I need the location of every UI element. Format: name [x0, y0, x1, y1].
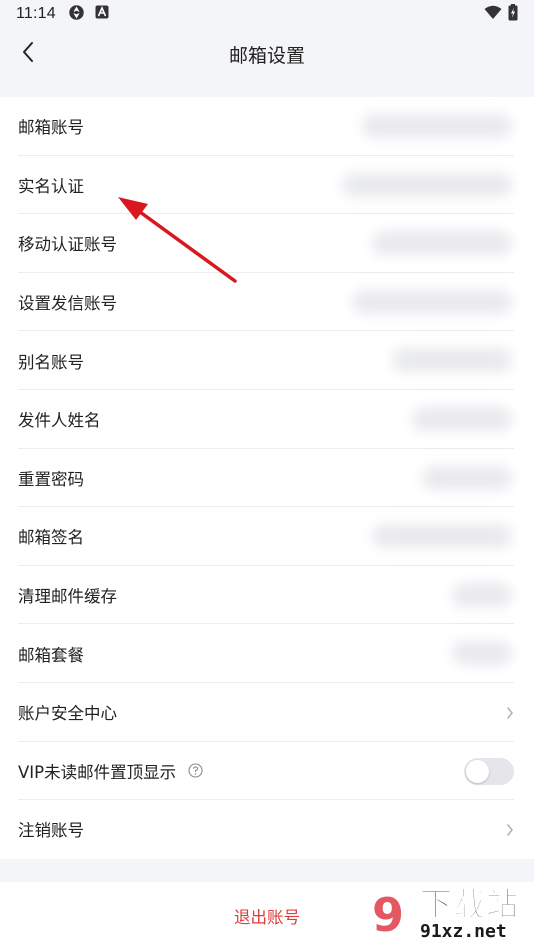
row-label: 注销账号	[18, 821, 84, 841]
row-label: 邮箱账号	[18, 118, 84, 138]
a-badge-icon	[95, 5, 109, 23]
site-watermark: 9 下载站 91xz.net	[358, 884, 530, 946]
aperture-icon	[68, 4, 85, 25]
status-bar: 11:14	[0, 0, 534, 28]
blurred-value	[392, 348, 512, 373]
blurred-value	[372, 231, 512, 256]
blurred-value	[452, 582, 512, 607]
wifi-icon	[484, 5, 502, 24]
settings-row-clear-mail-cache[interactable]: 清理邮件缓存	[0, 566, 534, 625]
settings-row-mail-account[interactable]: 邮箱账号	[0, 97, 534, 156]
settings-row-reset-password[interactable]: 重置密码	[0, 449, 534, 508]
row-label: 清理邮件缓存	[18, 587, 117, 607]
row-label: 别名账号	[18, 352, 84, 372]
blurred-value	[452, 641, 512, 666]
settings-list: 邮箱账号 实名认证 移动认证账号 设置发信账号 别名账号 发件人姓名 重置密码 …	[0, 97, 534, 859]
battery-charging-icon	[508, 3, 518, 25]
settings-row-alias-account[interactable]: 别名账号	[0, 331, 534, 390]
back-button[interactable]	[12, 38, 44, 70]
chevron-right-icon	[506, 705, 514, 724]
vip-pin-toggle[interactable]	[464, 757, 514, 785]
blurred-value	[412, 407, 512, 431]
row-label: 邮箱签名	[18, 528, 84, 548]
nav-bar: 邮箱设置	[0, 28, 534, 80]
row-label: 实名认证	[18, 176, 84, 196]
row-label: 移动认证账号	[18, 235, 117, 255]
settings-row-mail-plan[interactable]: 邮箱套餐	[0, 624, 534, 683]
blurred-value	[362, 114, 512, 138]
watermark-url: 91xz.net	[420, 921, 507, 942]
row-label: 账户安全中心	[18, 704, 117, 724]
settings-row-mail-signature[interactable]: 邮箱签名	[0, 507, 534, 566]
settings-row-real-name-verification[interactable]: 实名认证	[0, 156, 534, 215]
status-time: 11:14	[16, 5, 56, 22]
row-label: 邮箱套餐	[18, 645, 84, 665]
row-label: 发件人姓名	[18, 411, 101, 431]
row-label: VIP未读邮件置顶显示	[18, 762, 177, 782]
blurred-value	[422, 465, 512, 490]
watermark-logo-mark: 9	[371, 888, 404, 942]
settings-row-vip-unread-pin-top[interactable]: VIP未读邮件置顶显示	[0, 742, 534, 801]
row-label: 设置发信账号	[18, 294, 117, 314]
logout-label: 退出账号	[234, 908, 300, 927]
toggle-knob	[466, 759, 489, 783]
watermark-title: 下载站	[419, 885, 520, 923]
row-label: 重置密码	[18, 469, 84, 489]
chevron-right-icon	[506, 822, 514, 841]
settings-row-account-security-center[interactable]: 账户安全中心	[0, 683, 534, 742]
question-circle-icon[interactable]	[188, 763, 203, 778]
page-title: 邮箱设置	[228, 44, 305, 67]
blurred-value	[342, 172, 512, 197]
blurred-value	[352, 289, 512, 314]
settings-row-sender-name[interactable]: 发件人姓名	[0, 390, 534, 449]
blurred-value	[372, 524, 512, 549]
settings-row-sender-account[interactable]: 设置发信账号	[0, 273, 534, 332]
chevron-left-icon	[21, 41, 35, 67]
settings-row-cancel-account[interactable]: 注销账号	[0, 800, 534, 859]
settings-row-mobile-verified-account[interactable]: 移动认证账号	[0, 214, 534, 273]
